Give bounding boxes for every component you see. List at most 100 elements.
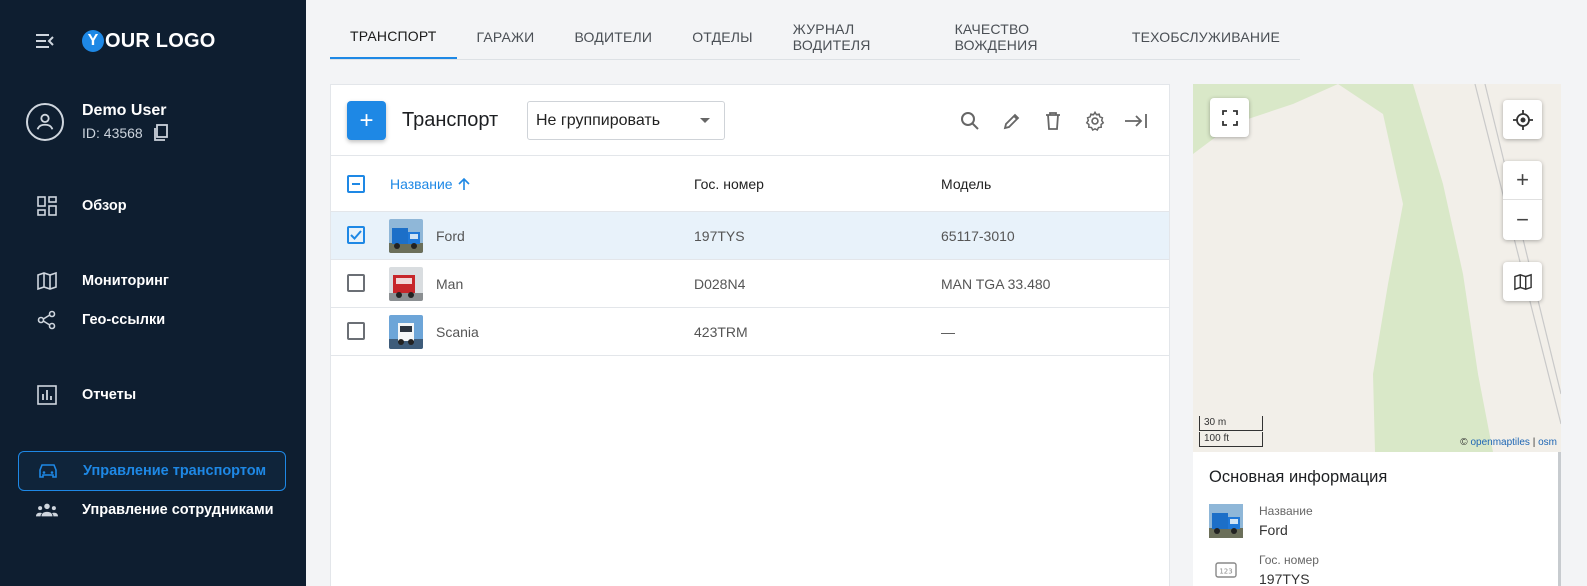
vehicle-thumbnail [1209,504,1243,538]
logo-text: OUR LOGO [105,29,216,52]
edit-icon[interactable] [1000,109,1024,133]
vehicle-thumbnail [389,219,423,253]
page-right-gutter [1561,0,1587,586]
info-name-row: Название Ford [1209,504,1313,538]
column-header-plate[interactable]: Гос. номер [694,176,764,192]
group-by-value: Не группировать [536,111,661,129]
tab-maintenance[interactable]: ТЕХОБСЛУЖИВАНИЕ [1112,14,1300,59]
scale-imperial: 100 ft [1199,432,1263,447]
sidebar-item-overview[interactable]: Обзор [18,186,286,226]
vehicle-info-panel: Основная информация Название Ford 123 Го… [1193,452,1561,586]
attribution-link-openmaptiles[interactable]: openmaptiles [1470,437,1529,448]
share-icon [36,309,58,331]
cell-plate: 197TYS [694,228,745,244]
info-title: Основная информация [1209,468,1388,486]
attribution-link-osm[interactable]: osm [1538,437,1557,448]
table-row[interactable]: Man D028N4 MAN TGA 33.480 [331,260,1169,308]
info-plate-value: 197TYS [1259,571,1310,586]
cell-plate: D028N4 [694,276,746,292]
user-icon [36,113,54,130]
info-plate-row: 123 Гос. номер 197TYS [1209,553,1319,586]
info-name-value: Ford [1259,522,1288,538]
column-header-name[interactable]: Название [390,176,471,192]
row-checkbox[interactable] [347,322,365,340]
sidebar-item-label: Мониторинг [82,273,169,289]
map-attribution: © openmaptiles | osm [1460,437,1557,448]
cell-model: — [941,324,955,340]
vehicle-thumbnail [389,315,423,349]
car-icon [37,460,59,482]
collapse-panel-icon[interactable] [1124,109,1148,133]
select-all-checkbox[interactable] [347,175,365,193]
column-header-model[interactable]: Модель [941,176,991,192]
user-id-text: ID: 43568 [82,125,143,141]
card-toolbar: + Транспорт Не группировать [331,85,1169,156]
chevron-down-icon [700,118,710,123]
tab-departments[interactable]: ОТДЕЛЫ [672,14,773,59]
attribution-separator: | [1529,437,1539,448]
column-header-name-label: Название [390,176,453,192]
cell-name: Man [436,276,464,292]
zoom-out-button[interactable]: − [1503,200,1542,239]
tab-garages[interactable]: ГАРАЖИ [457,14,555,59]
avatar [26,103,64,141]
number-icon: 123 [1209,553,1243,586]
bar-chart-icon [36,384,58,406]
scale-metric: 30 m [1199,416,1263,431]
user-id: ID: 43568 [82,124,169,142]
sidebar-item-transport-management[interactable]: Управление транспортом [18,451,286,491]
sidebar-item-label: Управление сотрудниками [82,502,274,518]
sort-ascending-icon [457,177,470,190]
copy-icon[interactable] [153,124,169,142]
sidebar-item-label: Управление транспортом [83,463,267,479]
cell-model: 65117-3010 [941,228,1015,244]
group-by-select[interactable]: Не группировать [527,101,725,140]
svg-text:123: 123 [1219,568,1232,576]
section-tabs: ТРАНСПОРТ ГАРАЖИ ВОДИТЕЛИ ОТДЕЛЫ ЖУРНАЛ … [330,14,1300,60]
info-name-label: Название [1259,504,1313,518]
cell-plate: 423TRM [694,324,748,340]
collapse-menu-icon[interactable] [34,30,56,52]
sidebar-item-staff-management[interactable]: Управление сотрудниками [18,490,286,530]
cell-model: MAN TGA 33.480 [941,276,1051,292]
locate-icon[interactable] [1503,100,1542,139]
sidebar-item-label: Отчеты [82,387,137,403]
gear-icon[interactable] [1083,109,1107,133]
sidebar-item-label: Гео-ссылки [82,312,166,328]
add-vehicle-button[interactable]: + [347,101,386,140]
table-header: Название Гос. номер Модель [331,156,1169,212]
delete-icon[interactable] [1041,109,1065,133]
cell-name: Scania [436,324,479,340]
table-row[interactable]: Ford 197TYS 65117-3010 [331,212,1169,260]
table-row[interactable]: Scania 423TRM — [331,308,1169,356]
tab-driving-quality[interactable]: КАЧЕСТВО ВОЖДЕНИЯ [935,14,1112,59]
tab-drivers[interactable]: ВОДИТЕЛИ [554,14,672,59]
info-plate-label: Гос. номер [1259,553,1319,567]
sidebar-item-monitoring[interactable]: Мониторинг [18,261,286,301]
vehicle-thumbnail [389,267,423,301]
attribution-prefix: © [1460,437,1471,448]
zoom-control: + − [1503,161,1542,240]
map-icon [36,270,58,292]
tab-driver-log[interactable]: ЖУРНАЛ ВОДИТЕЛЯ [773,14,935,59]
row-checkbox[interactable] [347,226,365,244]
app-root: Y OUR LOGO Demo User ID: 43568 Обзор Мон… [0,0,1587,586]
zoom-in-button[interactable]: + [1503,161,1542,200]
user-name: Demo User [82,102,167,119]
brand-bar: Y OUR LOGO [34,28,216,54]
transport-card: + Транспорт Не группировать Название Гос… [330,84,1170,586]
map-layers-icon[interactable] [1503,262,1542,301]
tab-transport[interactable]: ТРАНСПОРТ [330,14,457,59]
sidebar: Y OUR LOGO Demo User ID: 43568 Обзор Мон… [0,0,306,586]
sidebar-item-geo-links[interactable]: Гео-ссылки [18,300,286,340]
logo[interactable]: Y OUR LOGO [82,30,216,53]
dashboard-icon [36,195,58,217]
logo-mark: Y [82,30,104,52]
user-profile[interactable]: Demo User ID: 43568 [26,102,169,142]
card-title: Транспорт [402,109,499,131]
map-view[interactable]: + − 30 m 100 ft © openmaptiles | osm [1193,84,1561,452]
row-checkbox[interactable] [347,274,365,292]
fullscreen-icon[interactable] [1210,98,1249,137]
search-icon[interactable] [958,109,982,133]
sidebar-item-reports[interactable]: Отчеты [18,375,286,415]
